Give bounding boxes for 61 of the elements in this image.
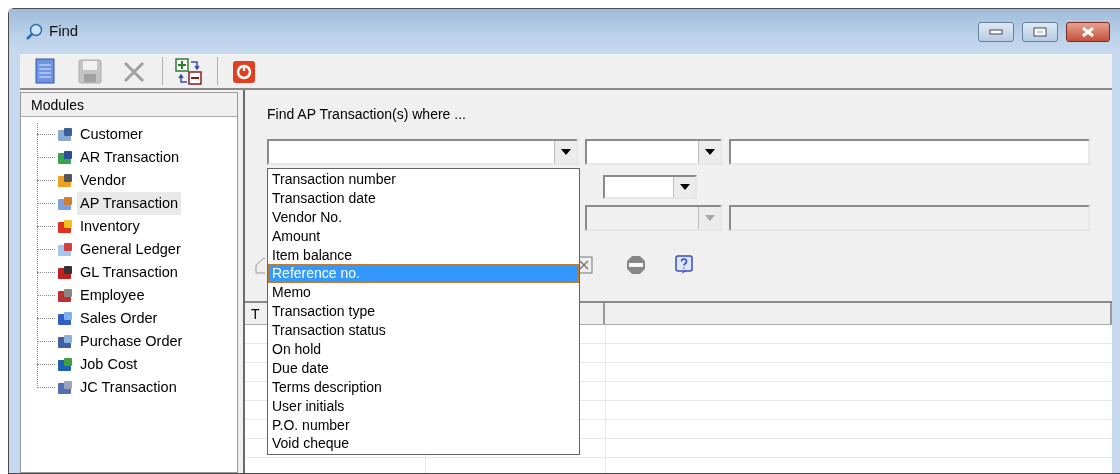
list-option[interactable]: Transaction type [268, 302, 579, 322]
module-icon [57, 264, 73, 281]
find-prompt: Find AP Transaction(s) where ... [267, 105, 467, 122]
module-item[interactable]: Inventory [77, 214, 143, 239]
module-item[interactable]: AP Transaction [77, 191, 182, 216]
module-item[interactable]: Customer [77, 122, 146, 147]
caret-icon [560, 149, 571, 155]
maximize-icon [1033, 26, 1047, 37]
window-title: Find [49, 21, 79, 42]
list-option[interactable]: Item balance [268, 245, 579, 265]
dropdown-field[interactable] [585, 139, 722, 165]
caret-icon [704, 215, 715, 221]
module-icon [57, 195, 73, 212]
module-item[interactable]: Employee [77, 283, 148, 308]
list-option[interactable]: User initials [268, 396, 579, 416]
module-icon [57, 241, 73, 258]
module-item[interactable]: GL Transaction [77, 260, 181, 285]
list-option[interactable]: Void cheque [268, 434, 579, 454]
list-option[interactable]: Transaction status [268, 321, 579, 340]
column-header[interactable]: T [251, 306, 260, 322]
dropdown-field[interactable] [603, 175, 697, 199]
list-option[interactable]: Terms description [268, 377, 579, 397]
module-icon [57, 379, 73, 396]
module-icon [57, 218, 73, 235]
module-icon [57, 126, 73, 143]
list-option[interactable]: Transaction date [268, 188, 579, 208]
list-option[interactable]: Due date [268, 358, 579, 378]
close-icon [1080, 25, 1096, 38]
panel-header: Modules [21, 93, 237, 117]
help-icon [673, 254, 695, 276]
module-icon [57, 356, 73, 373]
close-button[interactable] [1066, 21, 1110, 42]
list-option[interactable]: On hold [268, 340, 579, 359]
module-icon [57, 287, 73, 304]
module-item[interactable]: Sales Order [77, 306, 161, 331]
dropdown-field[interactable] [267, 139, 578, 165]
module-item[interactable]: Job Cost [77, 352, 141, 377]
caret-icon [704, 149, 715, 155]
list-option[interactable]: Amount [268, 226, 579, 246]
module-item[interactable]: JC Transaction [77, 375, 180, 400]
minimize-button[interactable] [978, 21, 1014, 42]
search-icon [25, 22, 43, 41]
module-icon [57, 310, 73, 327]
add-remove-button[interactable] [173, 56, 205, 86]
value-field[interactable] [729, 139, 1090, 165]
list-option[interactable]: Memo [268, 283, 579, 303]
caret-icon [679, 184, 690, 190]
module-item[interactable]: Vendor [77, 168, 129, 193]
minimize-icon [989, 28, 1003, 35]
module-item[interactable]: Purchase Order [77, 329, 186, 354]
list-option[interactable]: Transaction number [268, 170, 579, 189]
add-remove-icon [173, 56, 205, 86]
list-option[interactable]: P.O. number [268, 415, 579, 435]
module-item[interactable]: AR Transaction [77, 145, 183, 170]
module-item[interactable]: General Ledger [77, 237, 184, 262]
module-icon [57, 149, 73, 166]
module-icon [57, 333, 73, 350]
maximize-button[interactable] [1022, 21, 1058, 42]
list-option[interactable]: Vendor No. [268, 207, 579, 227]
stop-sign-icon [625, 254, 647, 276]
module-icon [57, 172, 73, 189]
